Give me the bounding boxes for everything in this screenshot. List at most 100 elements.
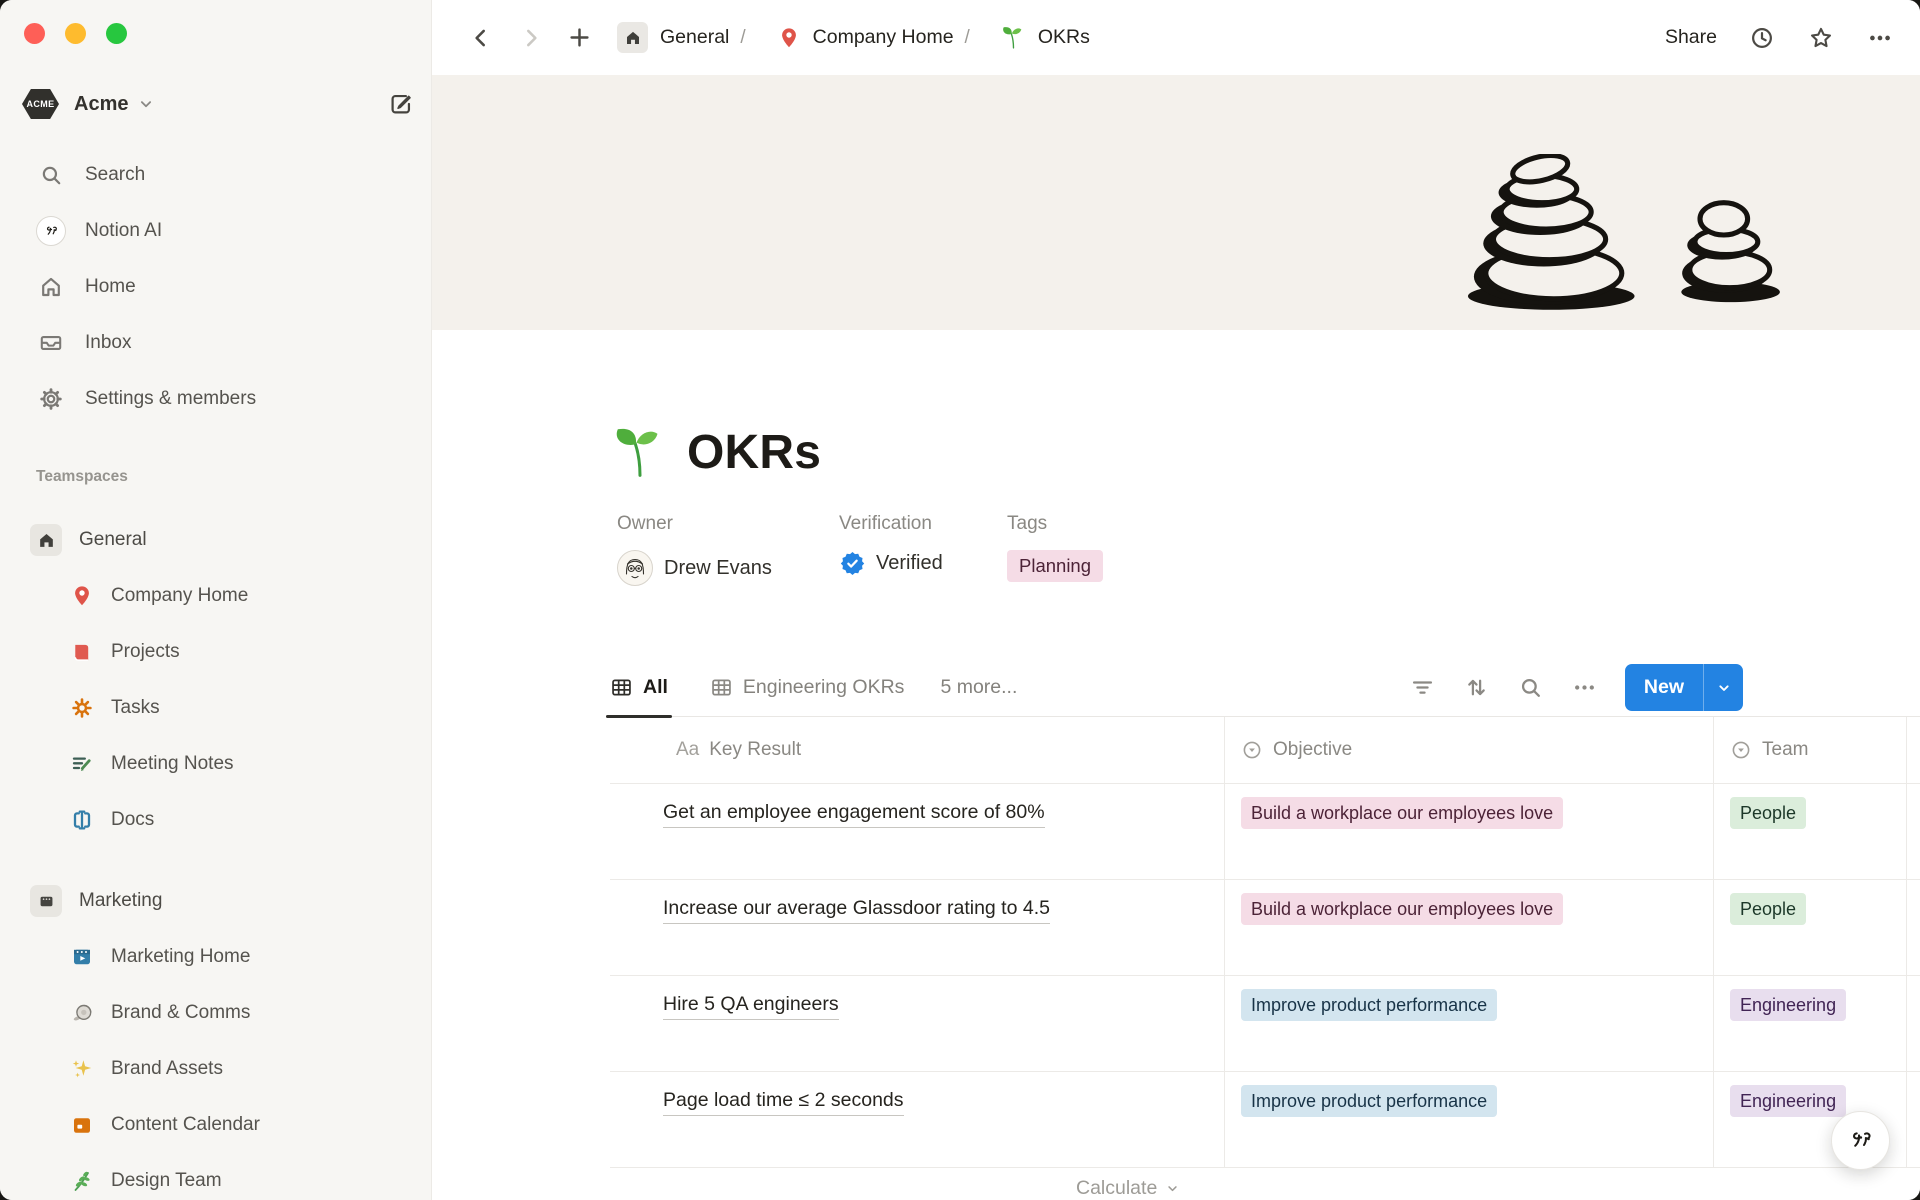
column-header-objective[interactable]: Objective: [1225, 717, 1714, 783]
teamspace-general-group: General Company Home Projects Tasks: [10, 512, 421, 848]
add-page-icon[interactable]: [566, 24, 593, 51]
key-result-cell[interactable]: Increase our average Glassdoor rating to…: [610, 880, 1225, 975]
notion-ai-face-icon: [36, 216, 66, 246]
sidebar-item-docs[interactable]: Docs: [10, 792, 421, 848]
sidebar-item-tasks[interactable]: Tasks: [10, 680, 421, 736]
more-options-icon[interactable]: [1866, 24, 1894, 52]
sidebar-item-general[interactable]: General: [10, 512, 421, 568]
sidebar-item-projects[interactable]: Projects: [10, 624, 421, 680]
sidebar-item-design-team[interactable]: Design Team: [10, 1153, 421, 1200]
objective-tag: Improve product performance: [1241, 989, 1497, 1021]
minimize-window-button[interactable]: [65, 23, 86, 44]
objective-tag: Build a workplace our employees love: [1241, 797, 1563, 829]
table-footer: Calculate: [610, 1168, 1920, 1200]
sort-icon[interactable]: [1463, 674, 1490, 701]
new-page-compose-icon[interactable]: [387, 90, 415, 118]
sidebar-item-brand-comms[interactable]: Brand & Comms: [10, 985, 421, 1041]
team-cell[interactable]: People: [1714, 784, 1907, 879]
marketing-teamspace-icon: [30, 885, 62, 917]
page-content: OKRs Owner: [432, 330, 1920, 1200]
sidebar-item-settings[interactable]: Settings & members: [10, 371, 421, 427]
breadcrumb-item-general[interactable]: General: [660, 26, 729, 49]
team-cell[interactable]: Engineering: [1714, 976, 1907, 1071]
avatar: [617, 550, 653, 586]
sidebar-item-meeting-notes[interactable]: Meeting Notes: [10, 736, 421, 792]
owner-property-value[interactable]: Drew Evans: [617, 550, 839, 586]
star-favorite-icon[interactable]: [1807, 24, 1835, 52]
key-result-cell[interactable]: Page load time ≤ 2 seconds: [610, 1072, 1225, 1167]
column-header-key-result[interactable]: Aa Key Result: [610, 717, 1225, 783]
general-teamspace-icon: [30, 524, 62, 556]
calculate-dropdown[interactable]: Calculate: [1076, 1177, 1180, 1200]
new-record-button[interactable]: New: [1625, 664, 1743, 711]
close-window-button[interactable]: [24, 23, 45, 44]
sidebar-item-brand-assets[interactable]: Brand Assets: [10, 1041, 421, 1097]
sidebar-item-marketing[interactable]: Marketing: [10, 873, 421, 929]
sidebar-item-content-calendar[interactable]: Content Calendar: [10, 1097, 421, 1153]
tab-more-views[interactable]: 5 more...: [940, 659, 1017, 716]
objective-tag: Improve product performance: [1241, 1085, 1497, 1117]
share-button[interactable]: Share: [1665, 26, 1717, 49]
sidebar-item-home[interactable]: Home: [10, 259, 421, 315]
breadcrumb-separator: /: [965, 27, 970, 49]
page-cover: [432, 75, 1920, 330]
select-property-icon: [1241, 739, 1263, 761]
sidebar-item-notion-ai[interactable]: Notion AI: [10, 203, 421, 259]
breadcrumb-item-company-home[interactable]: Company Home: [813, 26, 954, 49]
owner-property-label: Owner: [617, 513, 839, 535]
team-cell[interactable]: People: [1714, 880, 1907, 975]
column-header-team[interactable]: Team: [1714, 717, 1907, 783]
notion-ai-floating-button[interactable]: [1831, 1111, 1890, 1170]
key-result-cell[interactable]: Hire 5 QA engineers: [610, 976, 1225, 1071]
map-pin-icon: [68, 584, 95, 608]
search-icon[interactable]: [1517, 674, 1544, 701]
objective-cell[interactable]: Improve product performance: [1225, 1072, 1714, 1167]
zoom-window-button[interactable]: [106, 23, 127, 44]
topbar: General / Company Home / OKRs Share: [432, 0, 1920, 75]
stacked-stones-illustration: [1462, 154, 1802, 316]
tags-property-value[interactable]: Planning: [1007, 550, 1103, 582]
table-header-row: Aa Key Result Objective Team: [610, 717, 1920, 784]
main-area: General / Company Home / OKRs Share: [432, 0, 1920, 1200]
calendar-icon: [68, 1113, 95, 1137]
gear-icon: [36, 386, 66, 412]
verified-badge-icon: [839, 550, 866, 577]
sparkles-icon: [68, 1057, 95, 1081]
teamspace-marketing-group: Marketing Marketing Home Brand & Comms B…: [10, 873, 421, 1200]
page-icon-seedling[interactable]: [612, 424, 668, 480]
text-property-icon: Aa: [676, 739, 699, 761]
filter-icon[interactable]: [1409, 674, 1436, 701]
clock-history-icon[interactable]: [1748, 24, 1776, 52]
sidebar-item-company-home[interactable]: Company Home: [10, 568, 421, 624]
sidebar: ACME Acme Search: [0, 0, 432, 1200]
map-pin-icon: [777, 26, 801, 50]
objective-cell[interactable]: Build a workplace our employees love: [1225, 880, 1714, 975]
verification-property-label: Verification: [839, 513, 1007, 535]
verification-property-value[interactable]: Verified: [839, 550, 1007, 577]
new-button-dropdown-caret[interactable]: [1703, 664, 1743, 711]
teamspaces-section-label: Teamspaces: [36, 468, 128, 486]
herb-icon: [68, 1169, 95, 1193]
sidebar-item-marketing-home[interactable]: Marketing Home: [10, 929, 421, 985]
key-result-cell[interactable]: Get an employee engagement score of 80%: [610, 784, 1225, 879]
breadcrumb-item-okrs[interactable]: OKRs: [1038, 26, 1090, 49]
tab-all[interactable]: All: [610, 659, 668, 716]
traffic-lights: [24, 23, 127, 44]
forward-arrow-icon[interactable]: [518, 25, 544, 51]
breadcrumb-separator: /: [740, 27, 745, 49]
team-tag: People: [1730, 893, 1806, 925]
team-tag: Engineering: [1730, 1085, 1846, 1117]
sidebar-item-search[interactable]: Search: [10, 147, 421, 203]
sidebar-item-inbox[interactable]: Inbox: [10, 315, 421, 371]
breadcrumb-general-icon[interactable]: [617, 22, 648, 53]
search-icon: [36, 162, 66, 188]
back-arrow-icon[interactable]: [468, 25, 494, 51]
objective-cell[interactable]: Improve product performance: [1225, 976, 1714, 1071]
table-row: Increase our average Glassdoor rating to…: [610, 880, 1920, 976]
more-options-icon[interactable]: [1571, 674, 1598, 701]
tab-engineering-okrs[interactable]: Engineering OKRs: [710, 659, 905, 716]
shell-icon: [68, 1001, 95, 1025]
page-title: OKRs: [687, 425, 821, 480]
objective-cell[interactable]: Build a workplace our employees love: [1225, 784, 1714, 879]
workspace-switcher[interactable]: ACME Acme: [22, 89, 155, 119]
